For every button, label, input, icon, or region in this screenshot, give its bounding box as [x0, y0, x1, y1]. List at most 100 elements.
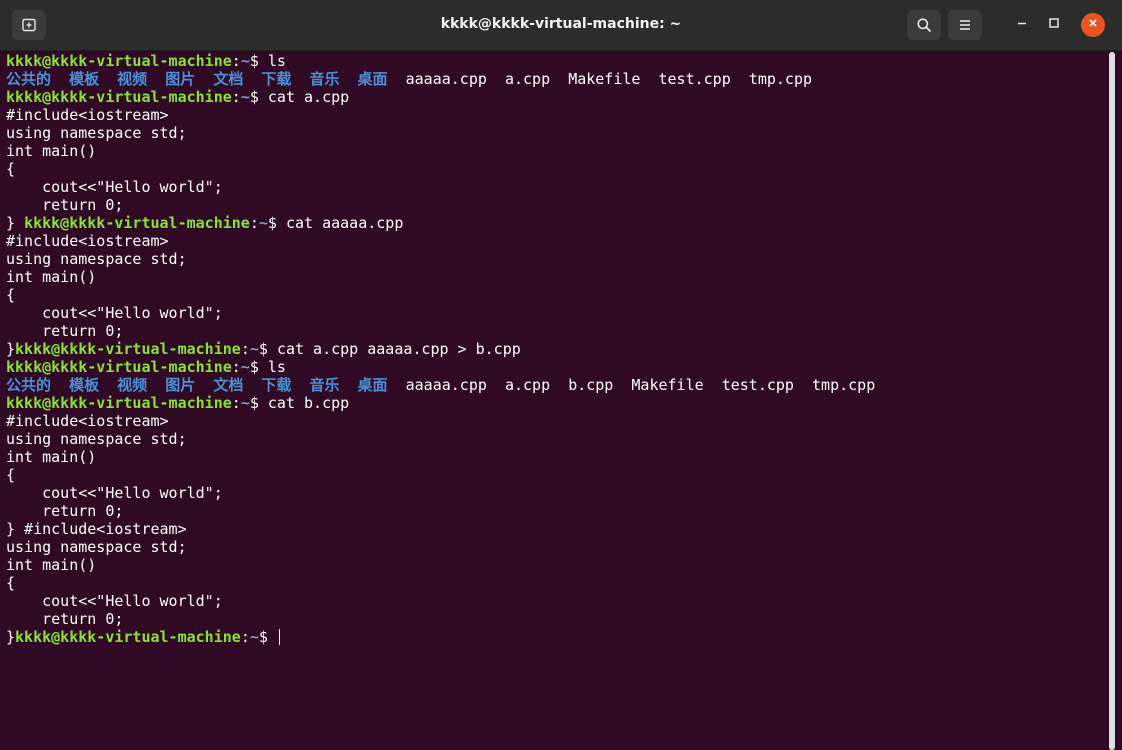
directory-entry: 模板: [69, 376, 100, 394]
prompt-line: }kkkk@kkkk-virtual-machine:~$ cat a.cpp …: [6, 340, 1106, 358]
prompt-path: ~: [258, 214, 268, 232]
prompt-path: ~: [240, 358, 250, 376]
prompt-colon: :: [231, 88, 241, 106]
terminal-window: kkkk@kkkk-virtual-machine: ~ kkkk@kkkk-v…: [0, 0, 1122, 750]
output-text: }: [6, 340, 16, 358]
output-line: {: [6, 574, 16, 592]
search-button[interactable]: [907, 10, 941, 40]
output-line: cout<<"Hello world";: [6, 178, 223, 196]
directory-entry: 图片: [165, 376, 196, 394]
output-line: using namespace std;: [6, 124, 187, 142]
directory-entry: 文档: [213, 376, 244, 394]
directory-entry: 下载: [261, 70, 292, 88]
ls-output: 公共的 模板 视频 图片 文档 下载 音乐 桌面 aaaaa.cpp a.cpp…: [6, 70, 1106, 88]
output-text: }: [6, 214, 25, 232]
directory-entry: 音乐: [309, 70, 340, 88]
output-line: #include<iostream>: [6, 232, 169, 250]
output-line: int main(): [6, 268, 97, 286]
output-line: cout<<"Hello world";: [6, 484, 223, 502]
prompt-symbol: $: [249, 88, 268, 106]
command-text: cat a.cpp: [267, 88, 350, 106]
prompt-user-host: kkkk@kkkk-virtual-machine: [24, 214, 250, 232]
prompt-symbol: $: [267, 214, 286, 232]
file-entry: a.cpp: [504, 376, 551, 394]
output-line: cout<<"Hello world";: [6, 304, 223, 322]
file-entry: aaaaa.cpp: [405, 70, 487, 88]
close-button[interactable]: [1081, 13, 1105, 37]
maximize-icon: [1048, 16, 1060, 34]
prompt-symbol: $: [258, 340, 277, 358]
prompt-path: ~: [249, 340, 259, 358]
close-icon: [1087, 16, 1099, 34]
maximize-button[interactable]: [1041, 12, 1067, 38]
output-line: return 0;: [6, 322, 124, 340]
directory-entry: 桌面: [357, 376, 388, 394]
directory-entry: 桌面: [357, 70, 388, 88]
prompt-symbol: $: [249, 52, 268, 70]
prompt-colon: :: [231, 394, 241, 412]
prompt-symbol: $: [258, 628, 277, 646]
prompt-colon: :: [231, 358, 241, 376]
prompt-user-host: kkkk@kkkk-virtual-machine: [15, 340, 241, 358]
command-text: cat aaaaa.cpp: [285, 214, 404, 232]
prompt-line: kkkk@kkkk-virtual-machine:~$ ls: [6, 358, 1106, 376]
output-line: {: [6, 466, 16, 484]
file-entry: a.cpp: [504, 70, 551, 88]
prompt-symbol: $: [249, 394, 268, 412]
directory-entry: 模板: [69, 70, 100, 88]
prompt-line: kkkk@kkkk-virtual-machine:~$ ls: [6, 52, 1106, 70]
command-text: cat a.cpp aaaaa.cpp > b.cpp: [276, 340, 521, 358]
output-line: #include<iostream>: [6, 412, 169, 430]
scrollbar[interactable]: [1109, 52, 1115, 750]
output-line: return 0;: [6, 502, 124, 520]
directory-entry: 视频: [117, 376, 148, 394]
directory-entry: 文档: [213, 70, 244, 88]
prompt-user-host: kkkk@kkkk-virtual-machine: [6, 52, 232, 70]
directory-entry: 视频: [117, 70, 148, 88]
file-entry: b.cpp: [568, 376, 614, 394]
command-text: ls: [267, 52, 286, 70]
output-text: }: [6, 628, 16, 646]
file-entry: tmp.cpp: [812, 376, 876, 394]
prompt-path: ~: [240, 52, 250, 70]
prompt-line: kkkk@kkkk-virtual-machine:~$ cat b.cpp: [6, 394, 1106, 412]
prompt-path: ~: [240, 88, 250, 106]
directory-entry: 图片: [165, 70, 196, 88]
directory-entry: 公共的: [6, 376, 52, 394]
search-icon: [916, 17, 932, 33]
output-line: cout<<"Hello world";: [6, 592, 223, 610]
output-line: using namespace std;: [6, 538, 187, 556]
output-line: using namespace std;: [6, 430, 187, 448]
prompt-user-host: kkkk@kkkk-virtual-machine: [15, 628, 241, 646]
file-entry: Makefile: [631, 376, 704, 394]
minimize-button[interactable]: [1009, 12, 1035, 38]
title-bar[interactable]: kkkk@kkkk-virtual-machine: ~: [0, 0, 1122, 51]
output-line: int main(): [6, 142, 97, 160]
output-line: return 0;: [6, 610, 124, 628]
output-line: int main(): [6, 448, 97, 466]
menu-button[interactable]: [948, 10, 982, 40]
terminal-output[interactable]: kkkk@kkkk-virtual-machine:~$ ls 公共的 模板 视频…: [6, 52, 1106, 750]
file-entry: tmp.cpp: [748, 70, 813, 88]
prompt-colon: :: [249, 214, 259, 232]
text-cursor: [278, 629, 280, 645]
file-entry: test.cpp: [721, 376, 794, 394]
prompt-user-host: kkkk@kkkk-virtual-machine: [6, 358, 232, 376]
prompt-line: kkkk@kkkk-virtual-machine:~$ cat a.cpp: [6, 88, 1106, 106]
prompt-user-host: kkkk@kkkk-virtual-machine: [6, 88, 232, 106]
ls-output: 公共的 模板 视频 图片 文档 下载 音乐 桌面 aaaaa.cpp a.cpp…: [6, 376, 1106, 394]
prompt-path: ~: [249, 628, 259, 646]
prompt-user-host: kkkk@kkkk-virtual-machine: [6, 394, 232, 412]
command-text: ls: [267, 358, 286, 376]
prompt-symbol: $: [249, 358, 268, 376]
file-entry: aaaaa.cpp: [405, 376, 487, 394]
prompt-colon: :: [240, 628, 250, 646]
active-prompt-line[interactable]: }kkkk@kkkk-virtual-machine:~$: [6, 628, 1106, 646]
directory-entry: 公共的: [6, 70, 52, 88]
output-line: {: [6, 160, 16, 178]
output-line: } #include<iostream>: [6, 520, 187, 538]
prompt-colon: :: [231, 52, 241, 70]
file-entry: Makefile: [568, 70, 641, 88]
prompt-line: } kkkk@kkkk-virtual-machine:~$ cat aaaaa…: [6, 214, 1106, 232]
file-entry: test.cpp: [658, 70, 731, 88]
